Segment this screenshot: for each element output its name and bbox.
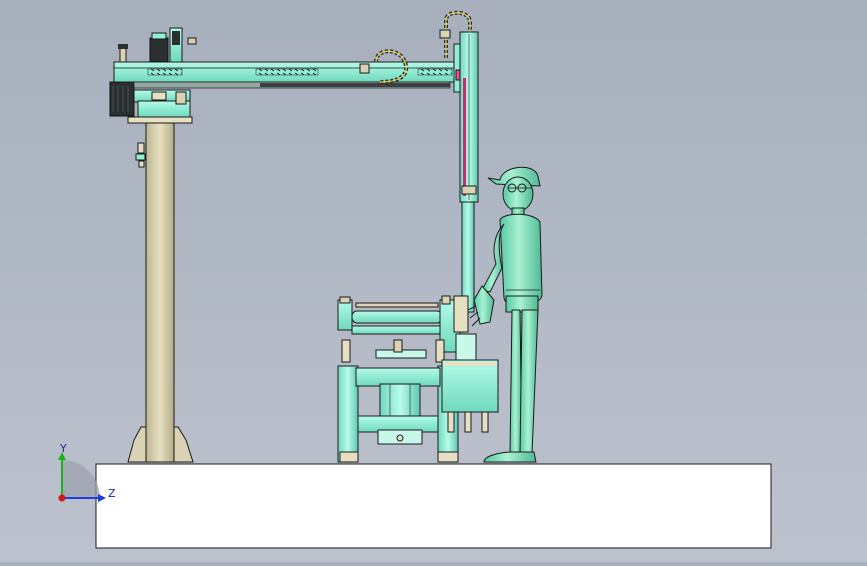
servo-motor bbox=[149, 37, 169, 63]
floor-slab bbox=[95, 463, 772, 549]
z-axis-label: Z bbox=[108, 487, 116, 500]
cad-viewport[interactable] bbox=[0, 0, 867, 562]
workstation bbox=[337, 295, 499, 463]
vertical-axis bbox=[439, 10, 479, 313]
triad-quadrant bbox=[62, 460, 100, 498]
axis-triad: Y Z bbox=[50, 440, 120, 510]
column-post bbox=[145, 121, 175, 463]
motor bbox=[109, 81, 135, 117]
column-top-plate bbox=[127, 116, 193, 124]
control-box bbox=[441, 359, 499, 413]
operator-torso bbox=[499, 213, 543, 307]
roller bbox=[351, 310, 443, 324]
horizontal-arm bbox=[113, 27, 465, 89]
y-axis-label: Y bbox=[59, 442, 67, 455]
operator-head bbox=[502, 176, 534, 212]
origin-dot bbox=[58, 494, 66, 502]
column-assembly bbox=[127, 116, 194, 463]
frame-leg-left bbox=[337, 365, 359, 463]
operator-figure bbox=[467, 166, 543, 463]
cylinder bbox=[379, 383, 421, 417]
assembly-drawing bbox=[95, 10, 772, 549]
operator-foot bbox=[483, 451, 537, 463]
operator-leg-front bbox=[519, 309, 539, 455]
